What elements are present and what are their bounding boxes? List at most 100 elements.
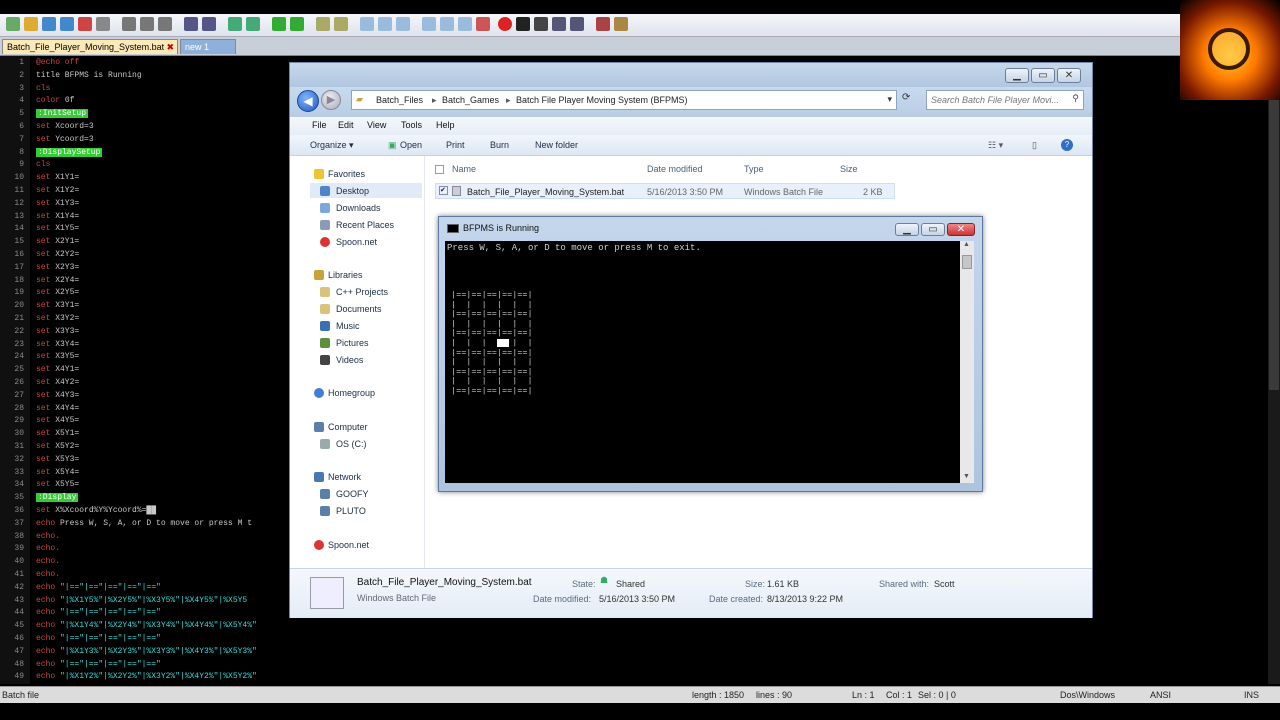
maximize-button[interactable]: ▭ <box>1031 68 1055 83</box>
column-header-date[interactable]: Date modified <box>647 164 703 174</box>
nav-computer[interactable]: Computer <box>328 422 368 432</box>
redo-icon[interactable] <box>202 17 216 31</box>
open-file-icon[interactable] <box>24 17 38 31</box>
nav-goofy[interactable]: GOOFY <box>336 489 369 499</box>
show-all-chars-icon[interactable] <box>360 17 374 31</box>
tab-new-1[interactable]: new 1 <box>180 39 236 54</box>
save-macro-icon[interactable] <box>570 17 584 31</box>
stop-macro-icon[interactable] <box>516 17 530 31</box>
doc-map-icon[interactable] <box>458 17 472 31</box>
row-checkbox[interactable]: ✔ <box>439 186 448 195</box>
breadcrumb-item[interactable]: Batch_Games <box>442 95 499 105</box>
nav-downloads[interactable]: Downloads <box>336 203 381 213</box>
select-all-checkbox[interactable] <box>435 165 444 174</box>
console-scrollbar-thumb[interactable] <box>962 255 972 269</box>
menu-file[interactable]: File <box>312 120 327 130</box>
nav-pluto[interactable]: PLUTO <box>336 506 366 516</box>
nav-documents[interactable]: Documents <box>336 304 382 314</box>
organize-button[interactable]: Organize ▾ <box>310 140 354 151</box>
spell-check-icon[interactable] <box>596 17 610 31</box>
nav-cpp-projects[interactable]: C++ Projects <box>336 287 388 297</box>
close-file-icon[interactable] <box>78 17 92 31</box>
nav-videos[interactable]: Videos <box>336 355 363 365</box>
save-all-icon[interactable] <box>60 17 74 31</box>
nav-libraries[interactable]: Libraries <box>328 270 363 280</box>
view-options-icon[interactable]: ☷ ▾ <box>988 140 1003 151</box>
console-minimize-button[interactable]: ▁ <box>895 223 919 236</box>
new-file-icon[interactable] <box>6 17 20 31</box>
fold-all-icon[interactable] <box>422 17 436 31</box>
file-row[interactable]: ✔ Batch_File_Player_Moving_System.bat 5/… <box>435 183 895 199</box>
search-icon[interactable]: ⚲ <box>1072 93 1079 104</box>
zoom-in-icon[interactable] <box>272 17 286 31</box>
column-header-size[interactable]: Size <box>840 164 858 174</box>
nav-recent-places[interactable]: Recent Places <box>336 220 394 230</box>
sync-scroll-icon[interactable] <box>316 17 330 31</box>
close-tab-icon[interactable]: ✖ <box>166 40 174 55</box>
preview-pane-icon[interactable]: ▯ <box>1032 140 1037 151</box>
menu-view[interactable]: View <box>367 120 386 130</box>
network-computer-icon <box>320 489 330 499</box>
nav-homegroup[interactable]: Homegroup <box>328 388 375 398</box>
forward-button[interactable]: ▶ <box>321 90 341 110</box>
breadcrumb-item[interactable]: Batch File Player Moving System (BFPMS) <box>516 95 688 105</box>
scroll-down-icon[interactable]: ▼ <box>963 473 970 480</box>
replace-icon[interactable] <box>246 17 260 31</box>
copy-icon[interactable] <box>140 17 154 31</box>
back-button[interactable]: ◀ <box>297 90 319 112</box>
nav-favorites[interactable]: Favorites <box>328 169 365 179</box>
play-macro-icon[interactable] <box>534 17 548 31</box>
code-token: set <box>36 186 51 195</box>
function-list-icon[interactable] <box>476 17 490 31</box>
nav-os-c[interactable]: OS (C:) <box>336 439 367 449</box>
indent-guide-icon[interactable] <box>378 17 392 31</box>
run-macro-multiple-icon[interactable] <box>552 17 566 31</box>
open-button[interactable]: Open <box>400 140 422 150</box>
menu-tools[interactable]: Tools <box>401 120 422 130</box>
plugin-icon[interactable] <box>614 17 628 31</box>
new-folder-button[interactable]: New folder <box>535 140 578 150</box>
burn-button[interactable]: Burn <box>490 140 509 150</box>
language-icon[interactable] <box>396 17 410 31</box>
nav-music[interactable]: Music <box>336 321 360 331</box>
search-input[interactable]: Search Batch File Player Movi... ⚲ <box>926 90 1084 110</box>
code-line: set X1Y1= <box>36 173 79 182</box>
cut-icon[interactable] <box>122 17 136 31</box>
column-header-name[interactable]: Name <box>452 164 476 174</box>
record-macro-icon[interactable] <box>498 17 512 31</box>
help-icon[interactable]: ? <box>1061 139 1073 151</box>
line-number: 19 <box>14 288 24 298</box>
undo-icon[interactable] <box>184 17 198 31</box>
console-maximize-button[interactable]: ▭ <box>921 223 945 236</box>
print-button[interactable]: Print <box>446 140 465 150</box>
console-scrollbar[interactable]: ▲ ▼ <box>960 241 974 483</box>
console-output[interactable]: Press W, S, A, or D to move or press M t… <box>445 241 960 483</box>
editor-scrollbar-thumb[interactable] <box>1269 60 1279 390</box>
print-icon[interactable] <box>96 17 110 31</box>
console-close-button[interactable]: ✕ <box>947 223 975 236</box>
close-button[interactable]: ✕ <box>1057 68 1081 83</box>
code-line: set X3Y1= <box>36 301 79 310</box>
minimize-button[interactable]: ▁ <box>1005 68 1029 83</box>
address-bar[interactable]: ▰ Batch_Files ▸ Batch_Games ▸ Batch File… <box>351 90 897 110</box>
menu-edit[interactable]: Edit <box>338 120 354 130</box>
explorer-title-bar[interactable]: ▁ ▭ ✕ <box>290 63 1092 87</box>
zoom-out-icon[interactable] <box>290 17 304 31</box>
nav-spoon[interactable]: Spoon.net <box>336 237 377 247</box>
nav-spoon-root[interactable]: Spoon.net <box>328 540 369 550</box>
breadcrumb-item[interactable]: Batch_Files <box>376 95 423 105</box>
save-icon[interactable] <box>42 17 56 31</box>
column-header-type[interactable]: Type <box>744 164 764 174</box>
menu-help[interactable]: Help <box>436 120 455 130</box>
refresh-icon[interactable]: ⟳ <box>902 92 920 108</box>
scroll-up-icon[interactable]: ▲ <box>963 241 970 248</box>
word-wrap-icon[interactable] <box>334 17 348 31</box>
tab-batch-file[interactable]: Batch_File_Player_Moving_System.bat ✖ <box>2 39 178 54</box>
nav-network[interactable]: Network <box>328 472 361 482</box>
chevron-down-icon[interactable]: ▾ <box>887 94 892 105</box>
find-icon[interactable] <box>228 17 242 31</box>
paste-icon[interactable] <box>158 17 172 31</box>
nav-desktop[interactable]: Desktop <box>336 186 369 196</box>
unfold-all-icon[interactable] <box>440 17 454 31</box>
nav-pictures[interactable]: Pictures <box>336 338 369 348</box>
